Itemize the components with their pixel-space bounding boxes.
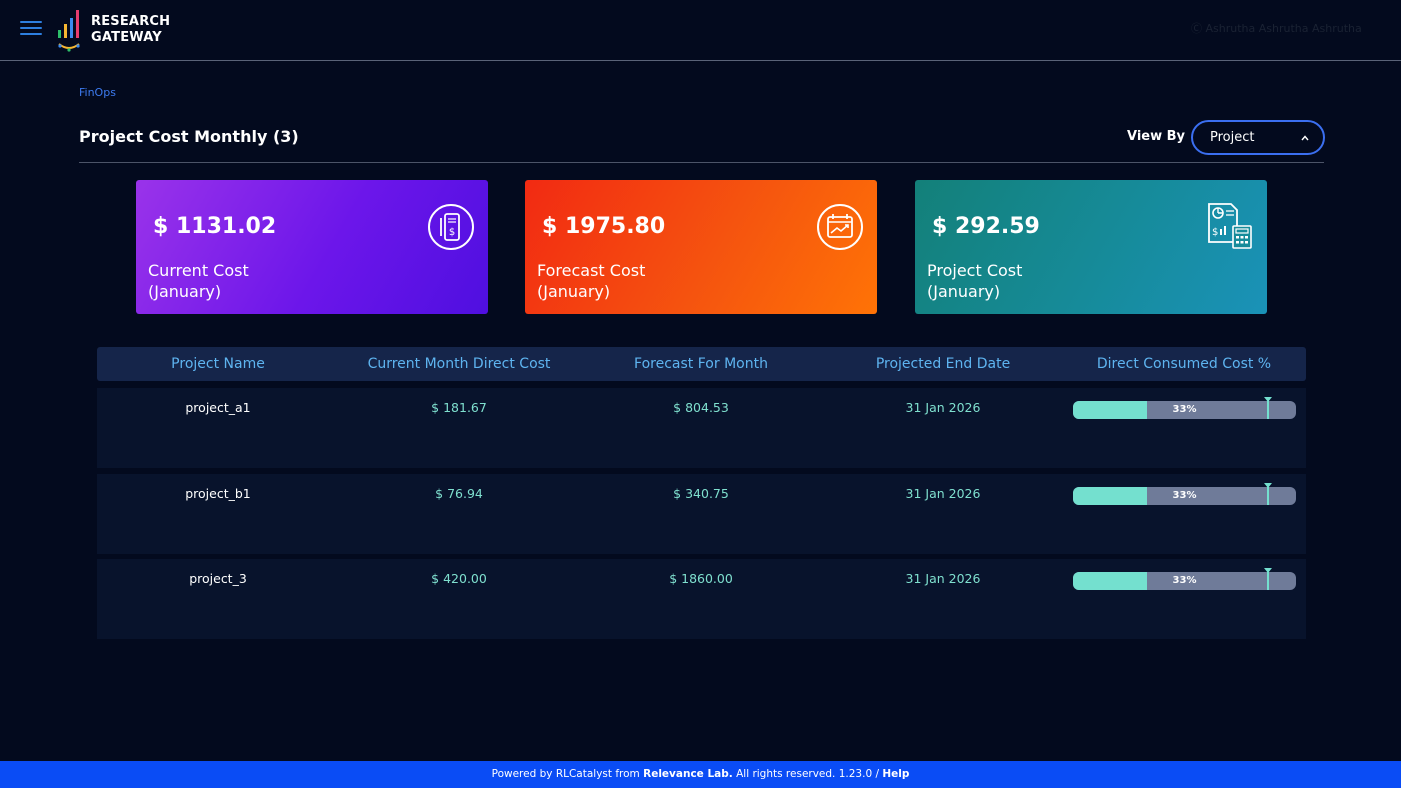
- breadcrumb-finops[interactable]: FinOps: [79, 86, 116, 99]
- top-bar: RESEARCH GATEWAY Ⓒ Ashrutha Ashrutha Ash…: [0, 0, 1401, 61]
- project-cost-period: (January): [927, 282, 1001, 301]
- project-cost-label: Project Cost: [927, 261, 1023, 280]
- current-cost-period: (January): [148, 282, 222, 301]
- research-gateway-logo[interactable]: RESEARCH GATEWAY: [55, 8, 175, 54]
- forecast-cost: $ 340.75: [673, 486, 729, 501]
- report-calculator-icon: $: [1208, 203, 1252, 249]
- current-cost-card: $ 1131.02 Current Cost (January) $: [136, 180, 488, 314]
- consumed-cost-bar: 33%: [1073, 572, 1296, 590]
- logo-text-line2: GATEWAY: [91, 30, 162, 45]
- consumed-cost-bar: 33%: [1073, 487, 1296, 505]
- view-by-value: Project: [1210, 130, 1255, 145]
- footer-company: Relevance Lab.: [643, 768, 733, 780]
- footer-rights: All rights reserved. 1.23.0 /: [732, 768, 883, 780]
- table-row[interactable]: project_a1 $ 181.67 $ 804.53 31 Jan 2026…: [97, 388, 1306, 468]
- forecast-cost-amount: $ 1975.80: [542, 214, 666, 239]
- projected-end-date: 31 Jan 2026: [905, 400, 981, 415]
- logo-text-line1: RESEARCH: [91, 14, 171, 29]
- logo-mark-icon: [58, 10, 80, 52]
- footer: Powered by RLCatalyst from Relevance Lab…: [0, 761, 1401, 788]
- table-row[interactable]: project_3 $ 420.00 $ 1860.00 31 Jan 2026…: [97, 559, 1306, 639]
- forecast-cost-period: (January): [537, 282, 611, 301]
- header-divider: [79, 162, 1324, 163]
- view-by-select[interactable]: Project: [1191, 120, 1325, 155]
- svg-text:$: $: [449, 227, 455, 238]
- current-cost-amount: $ 1131.02: [153, 214, 277, 239]
- project-name: project_b1: [185, 486, 251, 501]
- footer-prefix: Powered by RLCatalyst from: [491, 768, 644, 780]
- receipt-dollar-icon: $: [428, 204, 474, 250]
- forecast-cost: $ 1860.00: [669, 571, 733, 586]
- column-header-current-cost[interactable]: Current Month Direct Cost: [368, 356, 551, 372]
- user-info[interactable]: Ⓒ Ashrutha Ashrutha Ashrutha: [1191, 20, 1391, 40]
- svg-text:$: $: [1212, 227, 1218, 238]
- calendar-trend-icon: [817, 204, 863, 250]
- page-title: Project Cost Monthly (3): [79, 127, 299, 146]
- consumed-cost-pct: 33%: [1172, 490, 1197, 501]
- forecast-cost: $ 804.53: [673, 400, 729, 415]
- column-header-project-name[interactable]: Project Name: [171, 356, 265, 372]
- table-row[interactable]: project_b1 $ 76.94 $ 340.75 31 Jan 2026 …: [97, 474, 1306, 554]
- table-header: Project Name Current Month Direct Cost F…: [97, 347, 1306, 381]
- project-name: project_a1: [185, 400, 251, 415]
- view-by-label: View By: [1127, 129, 1186, 144]
- forecast-marker-tip-icon: [1264, 397, 1272, 402]
- consumed-cost-bar: 33%: [1073, 401, 1296, 419]
- projected-end-date: 31 Jan 2026: [905, 571, 981, 586]
- footer-help-link[interactable]: Help: [882, 768, 909, 780]
- current-month-cost: $ 181.67: [431, 400, 487, 415]
- current-month-cost: $ 420.00: [431, 571, 487, 586]
- column-header-end-date[interactable]: Projected End Date: [876, 356, 1010, 372]
- current-month-cost: $ 76.94: [435, 486, 483, 501]
- forecast-cost-label: Forecast Cost: [537, 261, 646, 280]
- project-name: project_3: [189, 571, 247, 586]
- consumed-cost-pct: 33%: [1172, 404, 1197, 415]
- consumed-cost-pct: 33%: [1172, 575, 1197, 586]
- forecast-marker-tip-icon: [1264, 568, 1272, 573]
- project-cost-amount: $ 292.59: [932, 214, 1040, 239]
- project-cost-card: $ 292.59 Project Cost (January) $: [915, 180, 1267, 314]
- forecast-marker-tip-icon: [1264, 483, 1272, 488]
- chevron-up-icon: [1301, 135, 1309, 141]
- column-header-consumed-pct[interactable]: Direct Consumed Cost %: [1097, 356, 1271, 372]
- current-cost-label: Current Cost: [148, 261, 249, 280]
- forecast-cost-card: $ 1975.80 Forecast Cost (January): [525, 180, 877, 314]
- projected-end-date: 31 Jan 2026: [905, 486, 981, 501]
- hamburger-menu-icon[interactable]: [20, 21, 42, 39]
- column-header-forecast[interactable]: Forecast For Month: [634, 356, 768, 372]
